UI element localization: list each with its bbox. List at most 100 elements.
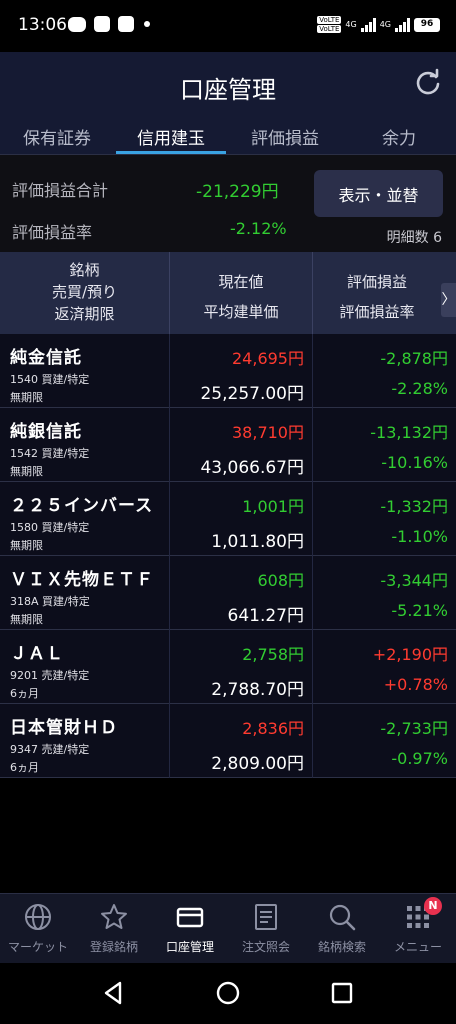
- globe-icon: [25, 904, 51, 930]
- current-price: 38,710円: [232, 423, 304, 442]
- tab-holdings[interactable]: 保有証券: [0, 116, 114, 154]
- page-title: 口座管理: [180, 76, 276, 104]
- tab-buying-power[interactable]: 余力: [342, 116, 456, 154]
- refresh-icon[interactable]: [414, 68, 442, 96]
- stock-code-trade: 318A 買建/特定: [10, 595, 90, 608]
- volte-label-2: VoLTE: [317, 25, 342, 33]
- header-pl: 評価損益: [346, 273, 407, 291]
- current-price: 2,836円: [242, 719, 304, 738]
- profit-loss: -1,332円: [380, 497, 448, 516]
- due-date: 無期限: [10, 539, 43, 552]
- avg-price: 43,066.67円: [200, 458, 304, 478]
- position-row[interactable]: 日本管財ＨＤ 9347 売建/特定 6ヵ月 2,836円 2,809.00円 -2,733…: [0, 704, 456, 778]
- header-current-price: 現在値: [218, 273, 264, 291]
- nav-search[interactable]: 銘柄検索: [304, 894, 380, 963]
- nav-market[interactable]: マーケット: [0, 894, 76, 963]
- star-icon: [101, 904, 127, 929]
- display-sort-button[interactable]: 表示・並替: [314, 170, 443, 217]
- stock-name: ２２５インバース: [10, 496, 154, 516]
- detail-count: 明細数 6: [386, 230, 442, 246]
- header-due-date: 返済期限: [54, 305, 115, 323]
- bottom-nav: マーケット 登録銘柄 口座管理 注文照会 銘柄検索 メニュー: [0, 893, 456, 963]
- status-time: 13:06: [18, 15, 67, 35]
- pl-rate-value: -2.12%: [230, 219, 287, 238]
- positions-list: 純金信託 1540 買建/特定 無期限 24,695円 25,257.00円 -2,878…: [0, 334, 456, 778]
- card-icon: [176, 907, 204, 928]
- nav-account[interactable]: 口座管理: [152, 894, 228, 963]
- profit-loss-rate: -2.28%: [391, 379, 448, 398]
- signal-icon: [360, 17, 376, 32]
- current-price: 24,695円: [232, 349, 304, 368]
- tab-valuation[interactable]: 評価損益: [228, 116, 342, 154]
- status-bar: 13:06 VoLTE VoLTE 4G 4G 96: [0, 0, 456, 52]
- current-price: 2,758円: [242, 645, 304, 664]
- home-icon[interactable]: [214, 979, 242, 1007]
- system-nav-bar: [0, 963, 456, 1024]
- line-app-icon: [68, 16, 86, 32]
- profit-loss: -2,878円: [380, 349, 448, 368]
- profit-loss: -2,733円: [380, 719, 448, 738]
- network-type-2: 4G: [379, 20, 391, 29]
- app-header: 口座管理 保有証券 信用建玉 評価損益 余力: [0, 52, 456, 154]
- position-row[interactable]: ＪＡＬ 9201 売建/特定 6ヵ月 2,758円 2,788.70円 +2,190円 +0…: [0, 630, 456, 704]
- header-stock-name: 銘柄: [69, 261, 100, 279]
- tab-margin-positions[interactable]: 信用建玉: [114, 116, 228, 154]
- scroll-right-button[interactable]: 〉: [441, 283, 456, 317]
- nav-label-search: 銘柄検索: [317, 940, 366, 954]
- avg-price: 25,257.00円: [200, 384, 304, 404]
- notification-icon: [94, 16, 110, 32]
- nav-watchlist[interactable]: 登録銘柄: [76, 894, 152, 963]
- avg-price: 1,011.80円: [211, 532, 304, 552]
- profit-loss: -3,344円: [380, 571, 448, 590]
- more-notifications-icon: [144, 21, 150, 27]
- stock-name: ＶＩＸ先物ＥＴＦ: [10, 570, 154, 590]
- nav-orders[interactable]: 注文照会: [228, 894, 304, 963]
- due-date: 6ヵ月: [10, 687, 39, 700]
- signal-icon-2: [395, 17, 410, 32]
- back-icon[interactable]: [100, 979, 128, 1007]
- tab-bar: 保有証券 信用建玉 評価損益 余力: [0, 116, 456, 154]
- header-avg-price: 平均建単価: [203, 303, 279, 321]
- nav-label-orders: 注文照会: [241, 940, 290, 954]
- header-pl-rate: 評価損益率: [339, 303, 415, 321]
- nav-menu[interactable]: メニュー: [380, 894, 456, 963]
- total-pl-label: 評価損益合計: [12, 181, 109, 200]
- position-row[interactable]: 純銀信託 1542 買建/特定 無期限 38,710円 43,066.67円 -13,13…: [0, 408, 456, 482]
- table-header: 銘柄 売買/預り 返済期限 現在値 平均建単価 評価損益 評価損益率: [0, 252, 456, 334]
- total-pl-value: -21,229円: [196, 182, 279, 202]
- stock-code-trade: 1540 買建/特定: [10, 373, 90, 386]
- recents-icon[interactable]: [328, 979, 356, 1007]
- current-price: 608円: [257, 571, 304, 590]
- position-row[interactable]: ２２５インバース 1580 買建/特定 無期限 1,001円 1,011.80円 -1,3…: [0, 482, 456, 556]
- profit-loss-rate: -0.97%: [391, 749, 448, 768]
- header-col-pl: 評価損益 評価損益率: [313, 252, 441, 334]
- avg-price: 641.27円: [227, 606, 304, 626]
- pl-rate-label: 評価損益率: [12, 223, 93, 242]
- volte-label-1: VoLTE: [317, 16, 342, 24]
- stock-name: ＪＡＬ: [10, 644, 64, 664]
- profit-loss-rate: -1.10%: [391, 527, 448, 546]
- stock-name: 日本管財ＨＤ: [10, 718, 118, 738]
- profit-loss-rate: +0.78%: [383, 675, 448, 694]
- header-col-price: 現在値 平均建単価: [170, 252, 312, 334]
- position-row[interactable]: 純金信託 1540 買建/特定 無期限 24,695円 25,257.00円 -2,878…: [0, 334, 456, 408]
- stock-code-trade: 9201 売建/特定: [10, 669, 90, 682]
- avg-price: 2,788.70円: [211, 680, 304, 700]
- nav-label-watchlist: 登録銘柄: [89, 940, 138, 954]
- summary-panel: 評価損益合計 -21,229円 評価損益率 -2.12% 表示・並替 明細数 6: [0, 154, 456, 252]
- header-trade-type: 売買/預り: [51, 283, 118, 301]
- avg-price: 2,809.00円: [211, 754, 304, 774]
- profit-loss: +2,190円: [372, 645, 448, 664]
- nav-label-account: 口座管理: [165, 940, 214, 954]
- due-date: 無期限: [10, 465, 43, 478]
- document-icon: [255, 904, 277, 930]
- current-price: 1,001円: [242, 497, 304, 516]
- profit-loss-rate: -5.21%: [391, 601, 448, 620]
- position-row[interactable]: ＶＩＸ先物ＥＴＦ 318A 買建/特定 無期限 608円 641.27円 -3,344円 -…: [0, 556, 456, 630]
- notification-badge: N: [424, 897, 442, 915]
- stock-name: 純銀信託: [10, 422, 82, 442]
- nav-label-market: マーケット: [7, 940, 68, 954]
- due-date: 6ヵ月: [10, 761, 39, 774]
- battery-icon: 96: [414, 17, 440, 32]
- stock-code-trade: 1542 買建/特定: [10, 447, 90, 460]
